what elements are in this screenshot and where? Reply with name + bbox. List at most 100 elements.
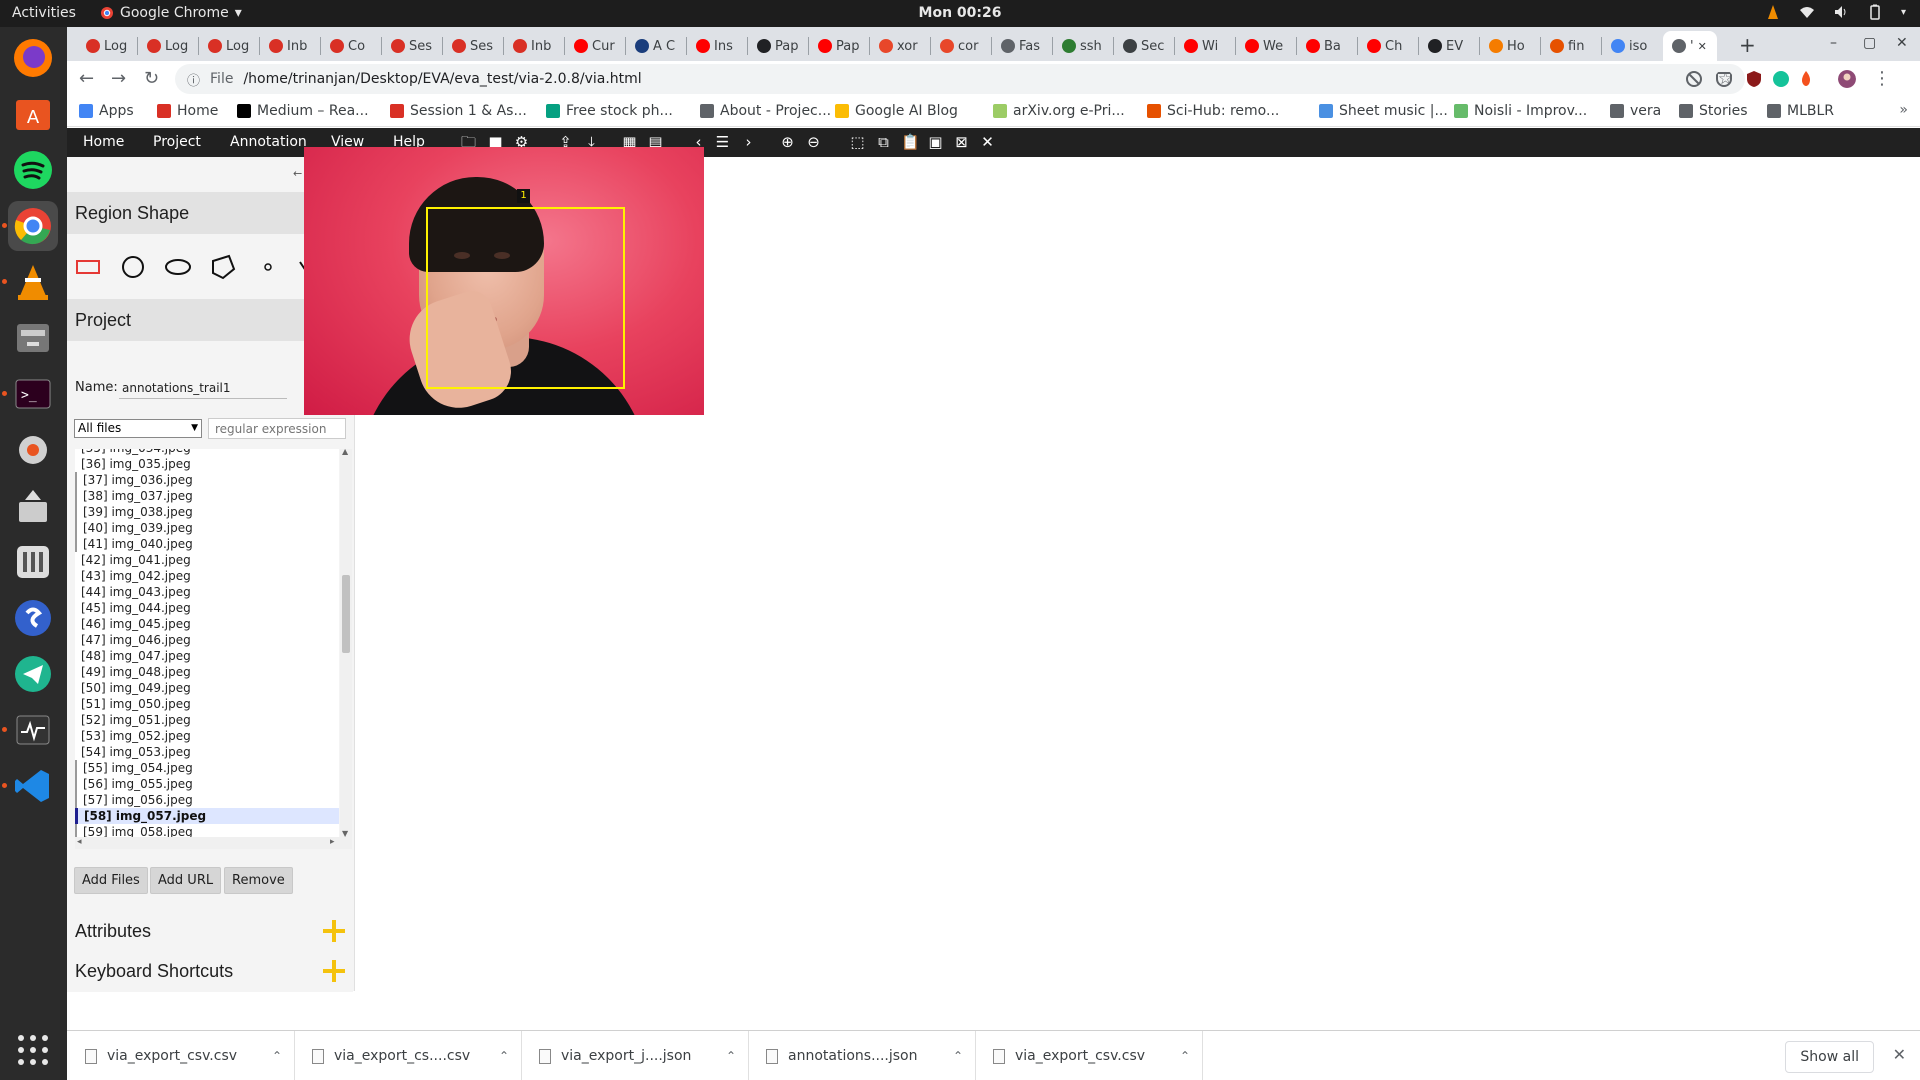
wifi-icon[interactable]	[1799, 4, 1815, 20]
file-list-item[interactable]: [53] img_052.jpeg	[75, 728, 339, 744]
file-list-item[interactable]: [41] img_040.jpeg	[75, 536, 339, 552]
vlc-tray-icon[interactable]	[1765, 4, 1781, 20]
project-name-input[interactable]	[119, 377, 287, 399]
address-bar[interactable]: ⓘ File /home/trinanjan/Desktop/EVA/eva_t…	[175, 64, 1745, 94]
forward-button[interactable]: →	[111, 68, 126, 89]
file-list-item[interactable]: [36] img_035.jpeg	[75, 456, 339, 472]
chevron-up-icon[interactable]: ⌃	[726, 1049, 736, 1063]
expand-plus-icon[interactable]	[323, 920, 345, 942]
browser-tab[interactable]: Log	[138, 31, 199, 61]
url-text[interactable]: /home/trinanjan/Desktop/EVA/eva_test/via…	[243, 71, 641, 87]
minimize-button[interactable]: –	[1830, 35, 1837, 51]
browser-tab[interactable]: Ba	[1297, 31, 1358, 61]
info-icon[interactable]: ⓘ	[187, 70, 200, 89]
file-filter-select[interactable]: All files ▼	[74, 419, 202, 438]
browser-tab[interactable]: ssh	[1053, 31, 1114, 61]
shape-rectangle-icon[interactable]	[71, 250, 105, 284]
browser-tab[interactable]: We	[1236, 31, 1297, 61]
clock[interactable]: Mon 00:26	[0, 5, 1920, 21]
browser-tab[interactable]: Ses	[382, 31, 443, 61]
more-menu-icon[interactable]: ⋮	[1873, 68, 1891, 89]
file-list-item[interactable]: [43] img_042.jpeg	[75, 568, 339, 584]
vlc-icon[interactable]	[2, 257, 58, 307]
simplenote-icon[interactable]	[8, 593, 58, 643]
menu-annotation[interactable]: Annotation	[230, 134, 307, 150]
settings-icon[interactable]	[8, 425, 58, 475]
bookmark-item[interactable]: Apps	[79, 103, 134, 119]
file-list-item[interactable]: [38] img_037.jpeg	[75, 488, 339, 504]
file-list-item[interactable]: [57] img_056.jpeg	[75, 792, 339, 808]
browser-tab[interactable]: xor	[870, 31, 931, 61]
app-menu[interactable]: Google Chrome ▾	[100, 5, 242, 21]
back-button[interactable]: ←	[79, 68, 94, 89]
browser-tab[interactable]: Ch	[1358, 31, 1419, 61]
keyboard-shortcuts-header[interactable]: Keyboard Shortcuts	[67, 950, 353, 992]
file-list-item[interactable]: [52] img_051.jpeg	[75, 712, 339, 728]
file-list-item-selected[interactable]: [58] img_057.jpeg	[75, 808, 339, 824]
file-list-scrollbar[interactable]: ▲ ▼	[340, 447, 352, 838]
mixer-icon[interactable]	[8, 537, 58, 587]
file-list-item[interactable]: [44] img_043.jpeg	[75, 584, 339, 600]
download-item[interactable]: via_export_j....json ⌃	[521, 1031, 749, 1080]
paste-n-icon[interactable]: ▣	[927, 134, 944, 151]
download-item[interactable]: annotations....json ⌃	[748, 1031, 976, 1080]
file-list-item[interactable]: [42] img_041.jpeg	[75, 552, 339, 568]
browser-tab[interactable]: Cur	[565, 31, 626, 61]
battery-icon[interactable]	[1867, 4, 1883, 20]
power-menu-icon[interactable]: ▾	[1901, 7, 1906, 18]
bookmark-item[interactable]: Sheet music |...	[1319, 103, 1448, 119]
browser-tab[interactable]: Inb	[260, 31, 321, 61]
bookmark-item[interactable]: Session 1 & As...	[390, 103, 527, 119]
bookmark-item[interactable]: Free stock ph...	[546, 103, 673, 119]
system-monitor-icon[interactable]	[2, 705, 58, 755]
scroll-right-icon[interactable]: ▸	[330, 837, 335, 847]
shape-circle-icon[interactable]	[116, 250, 150, 284]
browser-tab[interactable]: Fas	[992, 31, 1053, 61]
bookmarks-overflow-icon[interactable]: »	[1899, 102, 1908, 118]
download-item[interactable]: via_export_csv.csv ⌃	[67, 1031, 295, 1080]
scrollbar-thumb[interactable]	[342, 575, 350, 653]
copy-icon[interactable]: ⧉	[875, 134, 892, 151]
maximize-button[interactable]: ▢	[1863, 35, 1876, 51]
chevron-up-icon[interactable]: ⌃	[1180, 1049, 1190, 1063]
file-list-item[interactable]: [59] img_058.jpeg	[75, 824, 339, 837]
menu-home[interactable]: Home	[83, 134, 124, 150]
browser-tab[interactable]: Log	[77, 31, 138, 61]
file-list-item[interactable]: [50] img_049.jpeg	[75, 680, 339, 696]
file-list-item[interactable]: [55] img_054.jpeg	[75, 760, 339, 776]
show-applications-icon[interactable]	[8, 1025, 58, 1075]
file-list-item[interactable]: [45] img_044.jpeg	[75, 600, 339, 616]
chevron-up-icon[interactable]: ⌃	[499, 1049, 509, 1063]
profile-avatar[interactable]	[1838, 70, 1856, 88]
firefox-icon[interactable]	[8, 33, 58, 83]
chevron-up-icon[interactable]: ⌃	[953, 1049, 963, 1063]
menu-project[interactable]: Project	[153, 134, 201, 150]
bookmark-item[interactable]: Google AI Blog	[835, 103, 958, 119]
file-list-item[interactable]: [49] img_048.jpeg	[75, 664, 339, 680]
block-extension-icon[interactable]	[1685, 70, 1703, 88]
bookmark-item[interactable]: MLBLR	[1767, 103, 1834, 119]
paste-icon[interactable]: 📋	[901, 134, 920, 151]
close-tab-icon[interactable]: ✕	[1698, 40, 1707, 53]
file-list-item[interactable]: [56] img_055.jpeg	[75, 776, 339, 792]
spotify-icon[interactable]	[8, 145, 58, 195]
scroll-up-icon[interactable]: ▲	[342, 447, 348, 456]
browser-tab[interactable]: Wi	[1175, 31, 1236, 61]
browser-tab[interactable]: Inb	[504, 31, 565, 61]
zoom-out-icon[interactable]: ⊖	[805, 134, 822, 151]
close-downloads-icon[interactable]: ✕	[1893, 1045, 1906, 1064]
next-image-icon[interactable]: ›	[740, 134, 757, 151]
file-list-item[interactable]: [47] img_046.jpeg	[75, 632, 339, 648]
shape-ellipse-icon[interactable]	[161, 250, 195, 284]
ubuntu-software-icon[interactable]: A	[8, 89, 58, 139]
close-window-button[interactable]: ✕	[1896, 35, 1908, 51]
file-list-item[interactable]: [39] img_038.jpeg	[75, 504, 339, 520]
add-url-button[interactable]: Add URL	[150, 867, 222, 894]
flame-extension-icon[interactable]	[1797, 70, 1815, 88]
zoom-in-icon[interactable]: ⊕	[779, 134, 796, 151]
browser-tab[interactable]: fin	[1541, 31, 1602, 61]
shape-polygon-icon[interactable]	[206, 250, 240, 284]
bookmark-item[interactable]: Medium – Rea...	[237, 103, 369, 119]
grammarly-extension-icon[interactable]	[1772, 70, 1790, 88]
shape-point-icon[interactable]	[251, 250, 285, 284]
